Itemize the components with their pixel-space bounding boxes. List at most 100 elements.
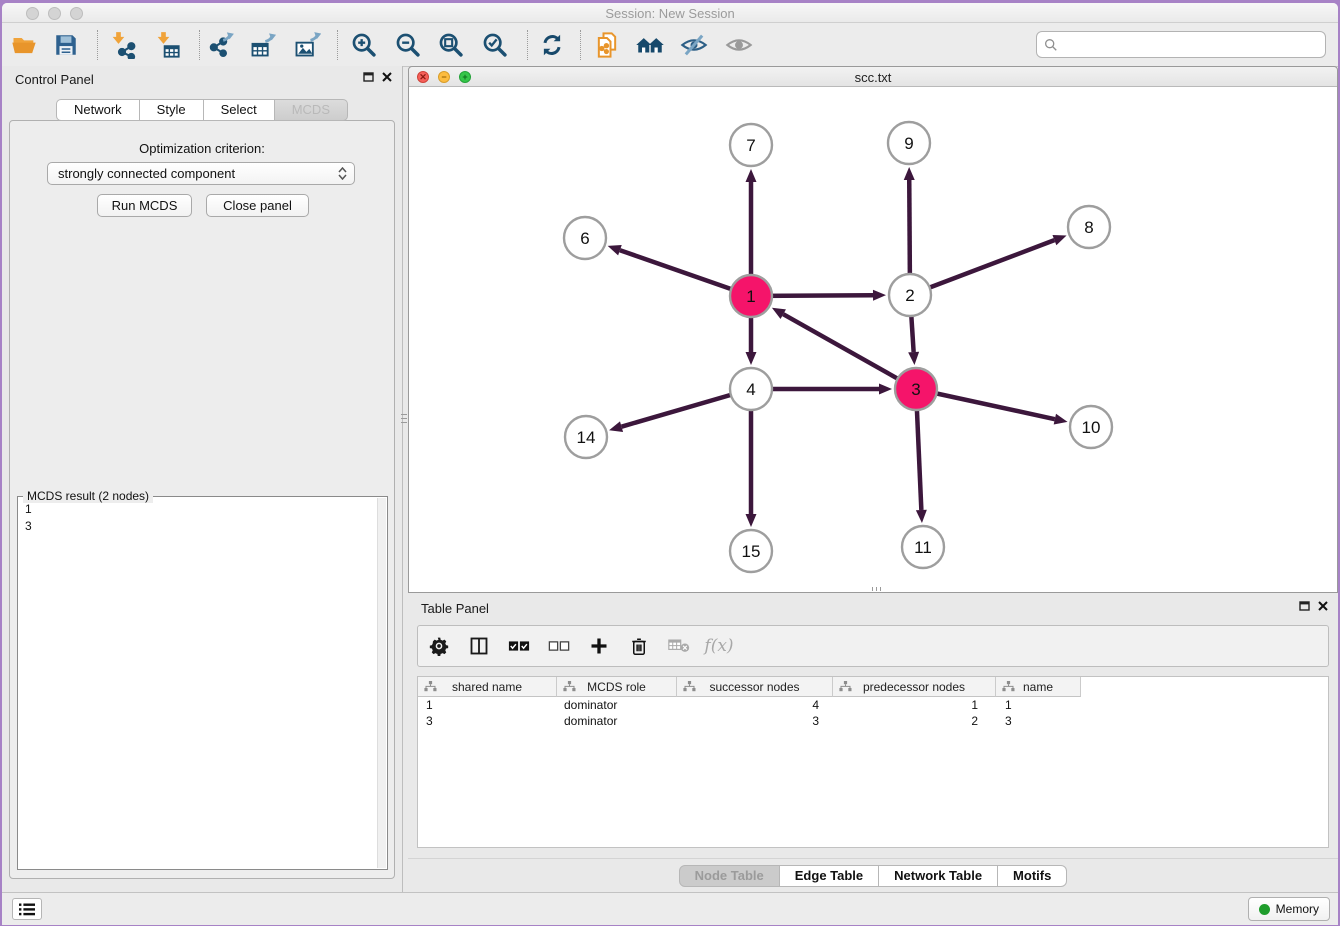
network-canvas[interactable]: 7968124314101511 [409,87,1337,592]
graph-node-label: 7 [746,136,755,155]
import-network-icon[interactable] [105,28,139,62]
graph-node-label: 15 [742,542,761,561]
memory-button[interactable]: Memory [1248,897,1330,921]
optimization-criterion-label: Optimization criterion: [10,141,394,156]
task-history-button[interactable] [12,898,42,920]
memory-status-dot [1259,904,1270,915]
import-table-icon[interactable] [150,28,184,62]
graph-node-label: 9 [904,134,913,153]
zoom-selected-icon[interactable] [478,28,512,62]
graph-node-label: 10 [1082,418,1101,437]
run-mcds-button[interactable]: Run MCDS [97,194,192,217]
export-network-icon[interactable] [205,28,239,62]
column-header-predecessor-nodes[interactable]: predecessor nodes [833,677,996,697]
float-panel-icon[interactable] [363,72,374,82]
graph-node-label: 1 [746,287,755,306]
network-view-title: scc.txt [409,70,1337,85]
cell[interactable]: dominator [557,697,677,713]
save-session-icon[interactable] [49,28,83,62]
table-tabs: Node TableEdge TableNetwork TableMotifs [408,865,1338,887]
mcds-panel: Optimization criterion: strongly connect… [9,120,395,879]
add-column-icon[interactable] [588,635,610,657]
settings-gear-icon[interactable] [428,635,450,657]
graph-arrowhead [1052,235,1066,245]
mcds-result-text[interactable]: 1 3 [25,501,373,535]
open-session-icon[interactable] [7,28,41,62]
graph-node-label: 8 [1084,218,1093,237]
table-row[interactable]: 3dominator323 [418,713,1328,729]
list-icon [19,903,35,916]
hide-selected-eye-icon[interactable] [677,28,711,62]
cell[interactable]: 3 [677,713,833,729]
vertical-splitter-handle[interactable] [401,405,407,431]
graph-edge-2-8[interactable] [910,240,1054,295]
tab-edge-table[interactable]: Edge Table [780,865,879,887]
select-all-columns-icon[interactable] [508,635,530,657]
tab-style[interactable]: Style [140,99,204,121]
show-all-eye-icon[interactable] [722,28,756,62]
criterion-dropdown[interactable]: strongly connected component [47,162,355,185]
close-panel-icon[interactable] [382,72,392,82]
zoom-out-icon[interactable] [391,28,425,62]
refresh-layout-icon[interactable] [535,28,569,62]
cell[interactable]: dominator [557,713,677,729]
apply-function-icon[interactable]: f(x) [708,635,730,657]
search-icon [1044,38,1058,52]
tab-mcds[interactable]: MCDS [275,99,348,121]
dropdown-stepper-icon [334,167,354,180]
column-header-MCDS-role[interactable]: MCDS role [557,677,677,697]
horizontal-splitter-handle[interactable] [865,587,887,591]
network-window-titlebar[interactable]: ✕ − + scc.txt [409,67,1337,87]
tab-network[interactable]: Network [56,99,140,121]
control-panel-title: Control Panel [15,72,94,87]
table-toolbar: f(x) [417,625,1329,667]
graph-node-label: 6 [580,229,589,248]
control-panel-tabs: NetworkStyleSelectMCDS [2,99,402,121]
graph-arrowhead [873,290,886,301]
graph-arrowhead [904,167,915,180]
cell[interactable]: 1 [833,697,996,713]
result-scrollbar[interactable] [377,498,386,868]
cell[interactable]: 1 [418,697,557,713]
delete-column-icon[interactable] [628,635,650,657]
graph-arrowhead [746,169,757,182]
network-view-window: ✕ − + scc.txt 7968124314101511 [408,66,1338,593]
tab-motifs[interactable]: Motifs [998,865,1067,887]
column-header-shared-name[interactable]: shared name [418,677,557,697]
toolbar-separator [97,30,98,60]
tab-network-table[interactable]: Network Table [879,865,998,887]
window-title: Session: New Session [2,6,1338,21]
table-row[interactable]: 1dominator411 [418,697,1328,713]
close-panel-button[interactable]: Close panel [206,194,309,217]
cell[interactable]: 3 [996,713,1081,729]
deselect-all-columns-icon[interactable] [548,635,570,657]
cell[interactable]: 3 [418,713,557,729]
graph-arrowhead [1054,414,1068,425]
zoom-in-icon[interactable] [347,28,381,62]
cell[interactable]: 2 [833,713,996,729]
zoom-fit-icon[interactable] [434,28,468,62]
graph-arrowhead [609,421,623,432]
cell[interactable]: 4 [677,697,833,713]
column-header-successor-nodes[interactable]: successor nodes [677,677,833,697]
graph-arrowhead [908,352,919,365]
home-icon[interactable] [633,28,667,62]
table-panel: Table Panel [408,595,1338,892]
delete-table-icon[interactable] [668,635,690,657]
search-field[interactable] [1036,31,1326,58]
export-table-icon[interactable] [246,28,280,62]
cell[interactable]: 1 [996,697,1081,713]
tab-node-table[interactable]: Node Table [679,865,780,887]
memory-label: Memory [1276,902,1319,916]
close-table-panel-icon[interactable] [1318,601,1328,611]
export-image-icon[interactable] [290,28,324,62]
graph-node-label: 3 [911,380,920,399]
column-header-name[interactable]: name [996,677,1081,697]
graph-edge-3-1[interactable] [783,314,916,389]
duplicate-network-icon[interactable] [590,28,624,62]
graph-arrowhead [746,352,757,365]
toggle-panes-icon[interactable] [468,635,490,657]
float-table-panel-icon[interactable] [1299,601,1310,611]
tab-select[interactable]: Select [204,99,275,121]
search-input[interactable] [1063,32,1325,57]
